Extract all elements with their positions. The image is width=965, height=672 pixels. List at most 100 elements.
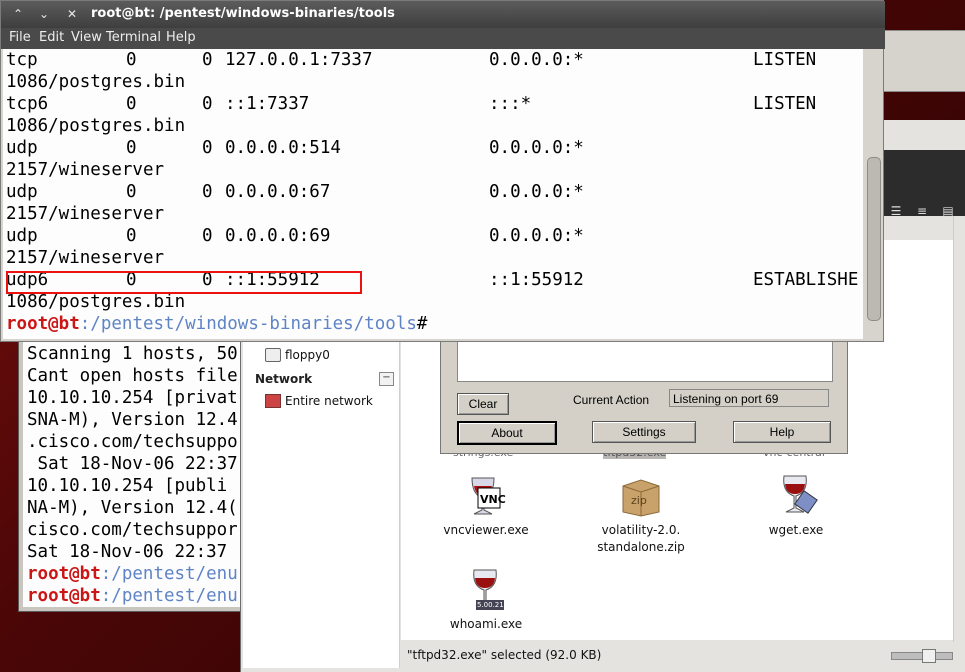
status-bar: "tftpd32.exe" selected (92.0 KB) [401, 642, 965, 670]
zoom-slider-handle[interactable] [922, 649, 936, 663]
status-text: "tftpd32.exe" selected (92.0 KB) [407, 648, 602, 662]
bg-terminal-line: cisco.com/techsuppor [27, 520, 238, 540]
bg-terminal-line: Scanning 1 hosts, 50 [27, 344, 238, 364]
file-name: whoami.exe [449, 617, 523, 631]
terminal-scrollbar[interactable] [863, 49, 883, 339]
sidebar-item-floppy0[interactable]: floppy0 [285, 348, 330, 362]
netstat-program: 1086/postgres.bin [6, 116, 186, 136]
window-menu-icon[interactable]: ⌃ [9, 6, 27, 23]
zip-badge: zip [631, 494, 647, 507]
netstat-sendq: 0 [202, 182, 213, 202]
prompt-symbol: # [416, 314, 428, 334]
netstat-foreign: 0.0.0.0:* [489, 182, 584, 202]
sidebar-section-network: Network [255, 372, 313, 386]
file-view-scrollbar[interactable] [953, 216, 965, 642]
places-sidebar: floppy0 Network − Entire network [243, 338, 400, 668]
menu-help[interactable]: Help [166, 30, 196, 45]
netstat-program: 2157/wineserver [6, 160, 165, 180]
netstat-local: 127.0.0.1:7337 [225, 50, 373, 70]
bg-terminal-line: 10.10.10.254 [publi [27, 476, 228, 496]
wine-glass-icon: 5.00.21 [462, 566, 510, 612]
background-terminal-screen[interactable]: Scanning 1 hosts, 50 Cant open hosts fil… [23, 341, 259, 607]
floppy-drive-icon [265, 348, 281, 362]
netstat-state: LISTEN [753, 94, 817, 114]
prompt-user: root@bt [6, 314, 80, 334]
prompt-path: :/pentest/windows-binaries/tools [79, 314, 417, 334]
bg-terminal-line: .cisco.com/techsuppo [27, 432, 238, 452]
bg-terminal-line: SNA-M), Version 12.4 [27, 410, 238, 430]
terminal-titlebar[interactable]: ⌃ ⌄ ✕ root@bt: /pentest/windows-binaries… [1, 1, 885, 28]
current-action-label: Current Action [573, 393, 650, 407]
netstat-local: 0.0.0.0:514 [225, 138, 341, 158]
bg-terminal-line: 10.10.10.254 [privat [27, 388, 238, 408]
file-name: volatility-2.0. standalone.zip [597, 523, 685, 554]
close-icon[interactable]: ✕ [63, 6, 81, 23]
netstat-recvq: 0 [126, 182, 137, 202]
netstat-foreign: ::1:55912 [489, 270, 584, 290]
prompt-user: root@bt [27, 586, 101, 606]
window-edge [881, 30, 965, 92]
svg-text:VNC: VNC [480, 493, 506, 506]
menu-file[interactable]: File [9, 30, 31, 45]
bg-terminal-line: NA-M), Version 12.4( [27, 498, 238, 518]
netstat-local: 0.0.0.0:67 [225, 182, 331, 202]
netstat-recvq: 0 [126, 94, 137, 114]
netstat-sendq: 0 [202, 94, 213, 114]
netstat-proto: udp [6, 226, 38, 246]
details-view-icon[interactable]: ≡ [911, 204, 933, 222]
terminal-screen[interactable]: tcp 0 0 127.0.0.1:7337 0.0.0.0:* LISTEN 1086/p… [3, 49, 863, 339]
settings-button[interactable]: Settings [592, 421, 696, 443]
terminal-window[interactable]: ⌃ ⌄ ✕ root@bt: /pentest/windows-binaries… [0, 0, 885, 342]
netstat-foreign: :::* [489, 94, 532, 114]
netstat-local: 0.0.0.0:69 [225, 226, 331, 246]
terminal-prompt: root@bt:/pentest/windows-binaries/tools# [6, 313, 427, 335]
file-item-vncviewer[interactable]: VNC vncviewer.exe [416, 472, 556, 539]
highlight-box [6, 271, 362, 294]
netstat-program: 1086/postgres.bin [6, 72, 186, 92]
version-badge: 5.00.21 [477, 601, 504, 609]
menu-edit[interactable]: Edit [39, 30, 64, 45]
file-item-wget[interactable]: wget.exe [726, 472, 866, 539]
netstat-recvq: 0 [126, 226, 137, 246]
menu-terminal[interactable]: Terminal [106, 30, 161, 45]
zip-archive-icon: zip [617, 472, 665, 518]
background-terminal-window[interactable]: Scanning 1 hosts, 50 Cant open hosts fil… [18, 318, 260, 612]
network-icon [265, 394, 281, 408]
netstat-sendq: 0 [202, 226, 213, 246]
netstat-program: 2157/wineserver [6, 204, 165, 224]
netstat-sendq: 0 [202, 50, 213, 70]
help-button[interactable]: Help [733, 421, 831, 443]
vnc-icon: VNC [462, 472, 510, 518]
menu-view[interactable]: View [71, 30, 102, 45]
minimize-icon[interactable]: ⌄ [35, 6, 53, 23]
window-title: root@bt: /pentest/windows-binaries/tools [91, 6, 395, 21]
about-button[interactable]: About [457, 421, 557, 445]
file-item-volatility[interactable]: zip volatility-2.0. standalone.zip [571, 472, 711, 556]
netstat-sendq: 0 [202, 138, 213, 158]
current-action-value: Listening on port 69 [669, 389, 829, 407]
prompt-path: :/pentest/enu [100, 586, 238, 606]
scrollbar-thumb[interactable] [867, 157, 881, 321]
file-item-whoami[interactable]: 5.00.21 whoami.exe [416, 566, 556, 633]
file-name: vncviewer.exe [443, 523, 529, 537]
netstat-proto: udp [6, 182, 38, 202]
netstat-recvq: 0 [126, 138, 137, 158]
sidebar-item-entire-network[interactable]: Entire network [285, 394, 373, 408]
file-name: wget.exe [768, 523, 824, 537]
zoom-slider[interactable] [891, 649, 953, 663]
prompt-path: :/pentest/enu [100, 564, 238, 584]
bg-terminal-prompt: root@bt:/pentest/enu [27, 585, 238, 607]
clear-button[interactable]: Clear [457, 393, 509, 415]
netstat-recvq: 0 [126, 50, 137, 70]
netstat-foreign: 0.0.0.0:* [489, 138, 584, 158]
prompt-user: root@bt [27, 564, 101, 584]
bg-terminal-prompt: root@bt:/pentest/enu [27, 563, 238, 585]
list-view-icon[interactable]: ☰ [885, 204, 907, 222]
netstat-state: ESTABLISHE [753, 270, 859, 290]
bg-terminal-line: Sat 18-Nov-06 22:37 [27, 542, 228, 562]
netstat-foreign: 0.0.0.0:* [489, 50, 584, 70]
wine-glass-icon [772, 472, 820, 518]
netstat-foreign: 0.0.0.0:* [489, 226, 584, 246]
netstat-state: LISTEN [753, 50, 817, 70]
collapse-network-button[interactable]: − [379, 372, 394, 386]
